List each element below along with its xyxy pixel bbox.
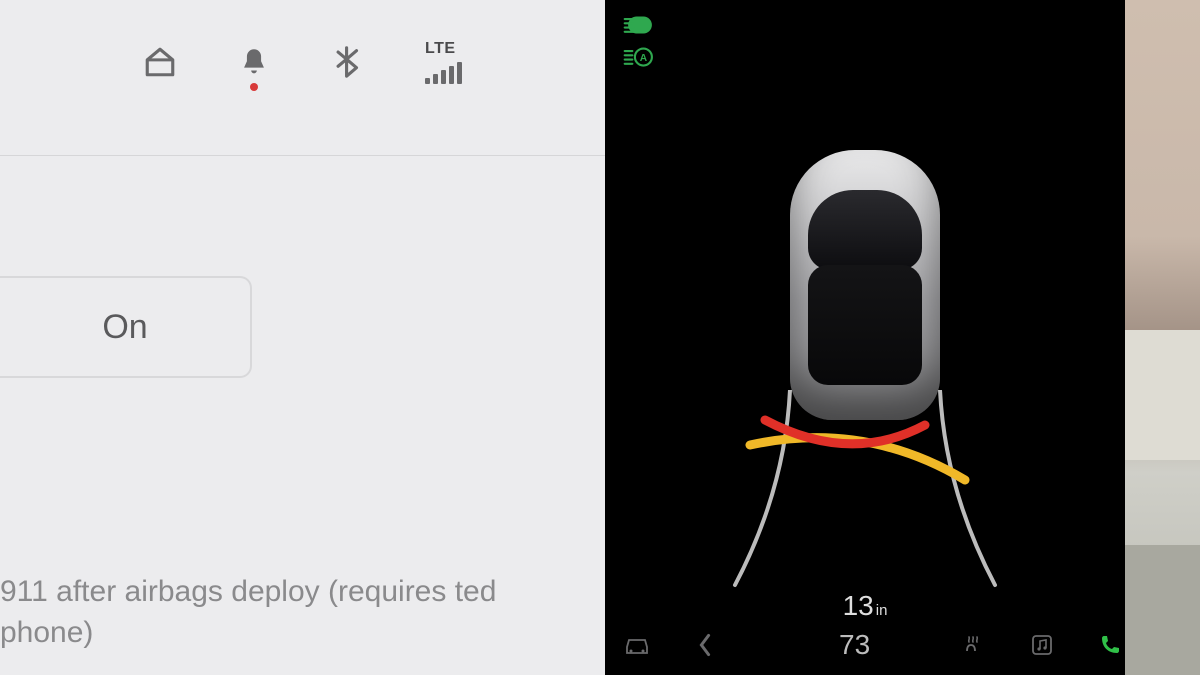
bluetooth-icon[interactable] [331,45,365,79]
toggle-label: On [102,308,147,347]
vehicle-touchscreen: A 13in [605,0,1125,675]
cabin-temperature[interactable]: 73 [839,629,870,661]
network-label: LTE [425,40,456,58]
cellular-signal-icon[interactable]: LTE [425,40,462,84]
music-icon[interactable] [1028,633,1056,657]
phone-icon[interactable] [1096,633,1124,657]
notification-dot-icon [250,83,258,91]
guide-line-right [940,390,995,585]
car-render [790,150,940,420]
vehicle-visualization: 13in [695,130,1035,550]
reverse-path-overlay [695,390,1035,590]
chevron-left-icon[interactable] [691,633,719,657]
settings-panel: LTE On 911 after airbags deploy (require… [0,0,605,675]
vehicle-display-photo: A 13in [605,0,1200,675]
car-windshield [808,190,922,270]
status-bar: LTE [0,30,605,94]
auto-high-beam-icon: A [623,44,657,70]
divider [0,155,605,156]
car-roof [808,265,922,385]
notification-bell-icon[interactable] [237,45,271,79]
headlight-status-icons: A [623,12,657,70]
background-environment-lower [1125,545,1200,675]
setting-description: 911 after airbags deploy (requires ted p… [0,572,585,653]
seat-heater-icon[interactable] [960,633,988,657]
signal-bars-icon [425,62,462,84]
svg-text:A: A [640,53,648,64]
toggle-on-button[interactable]: On [0,276,252,378]
high-beam-icon [623,12,657,38]
home-icon[interactable] [143,45,177,79]
bottom-dock: 73 [605,615,1125,675]
car-icon[interactable] [623,633,651,657]
